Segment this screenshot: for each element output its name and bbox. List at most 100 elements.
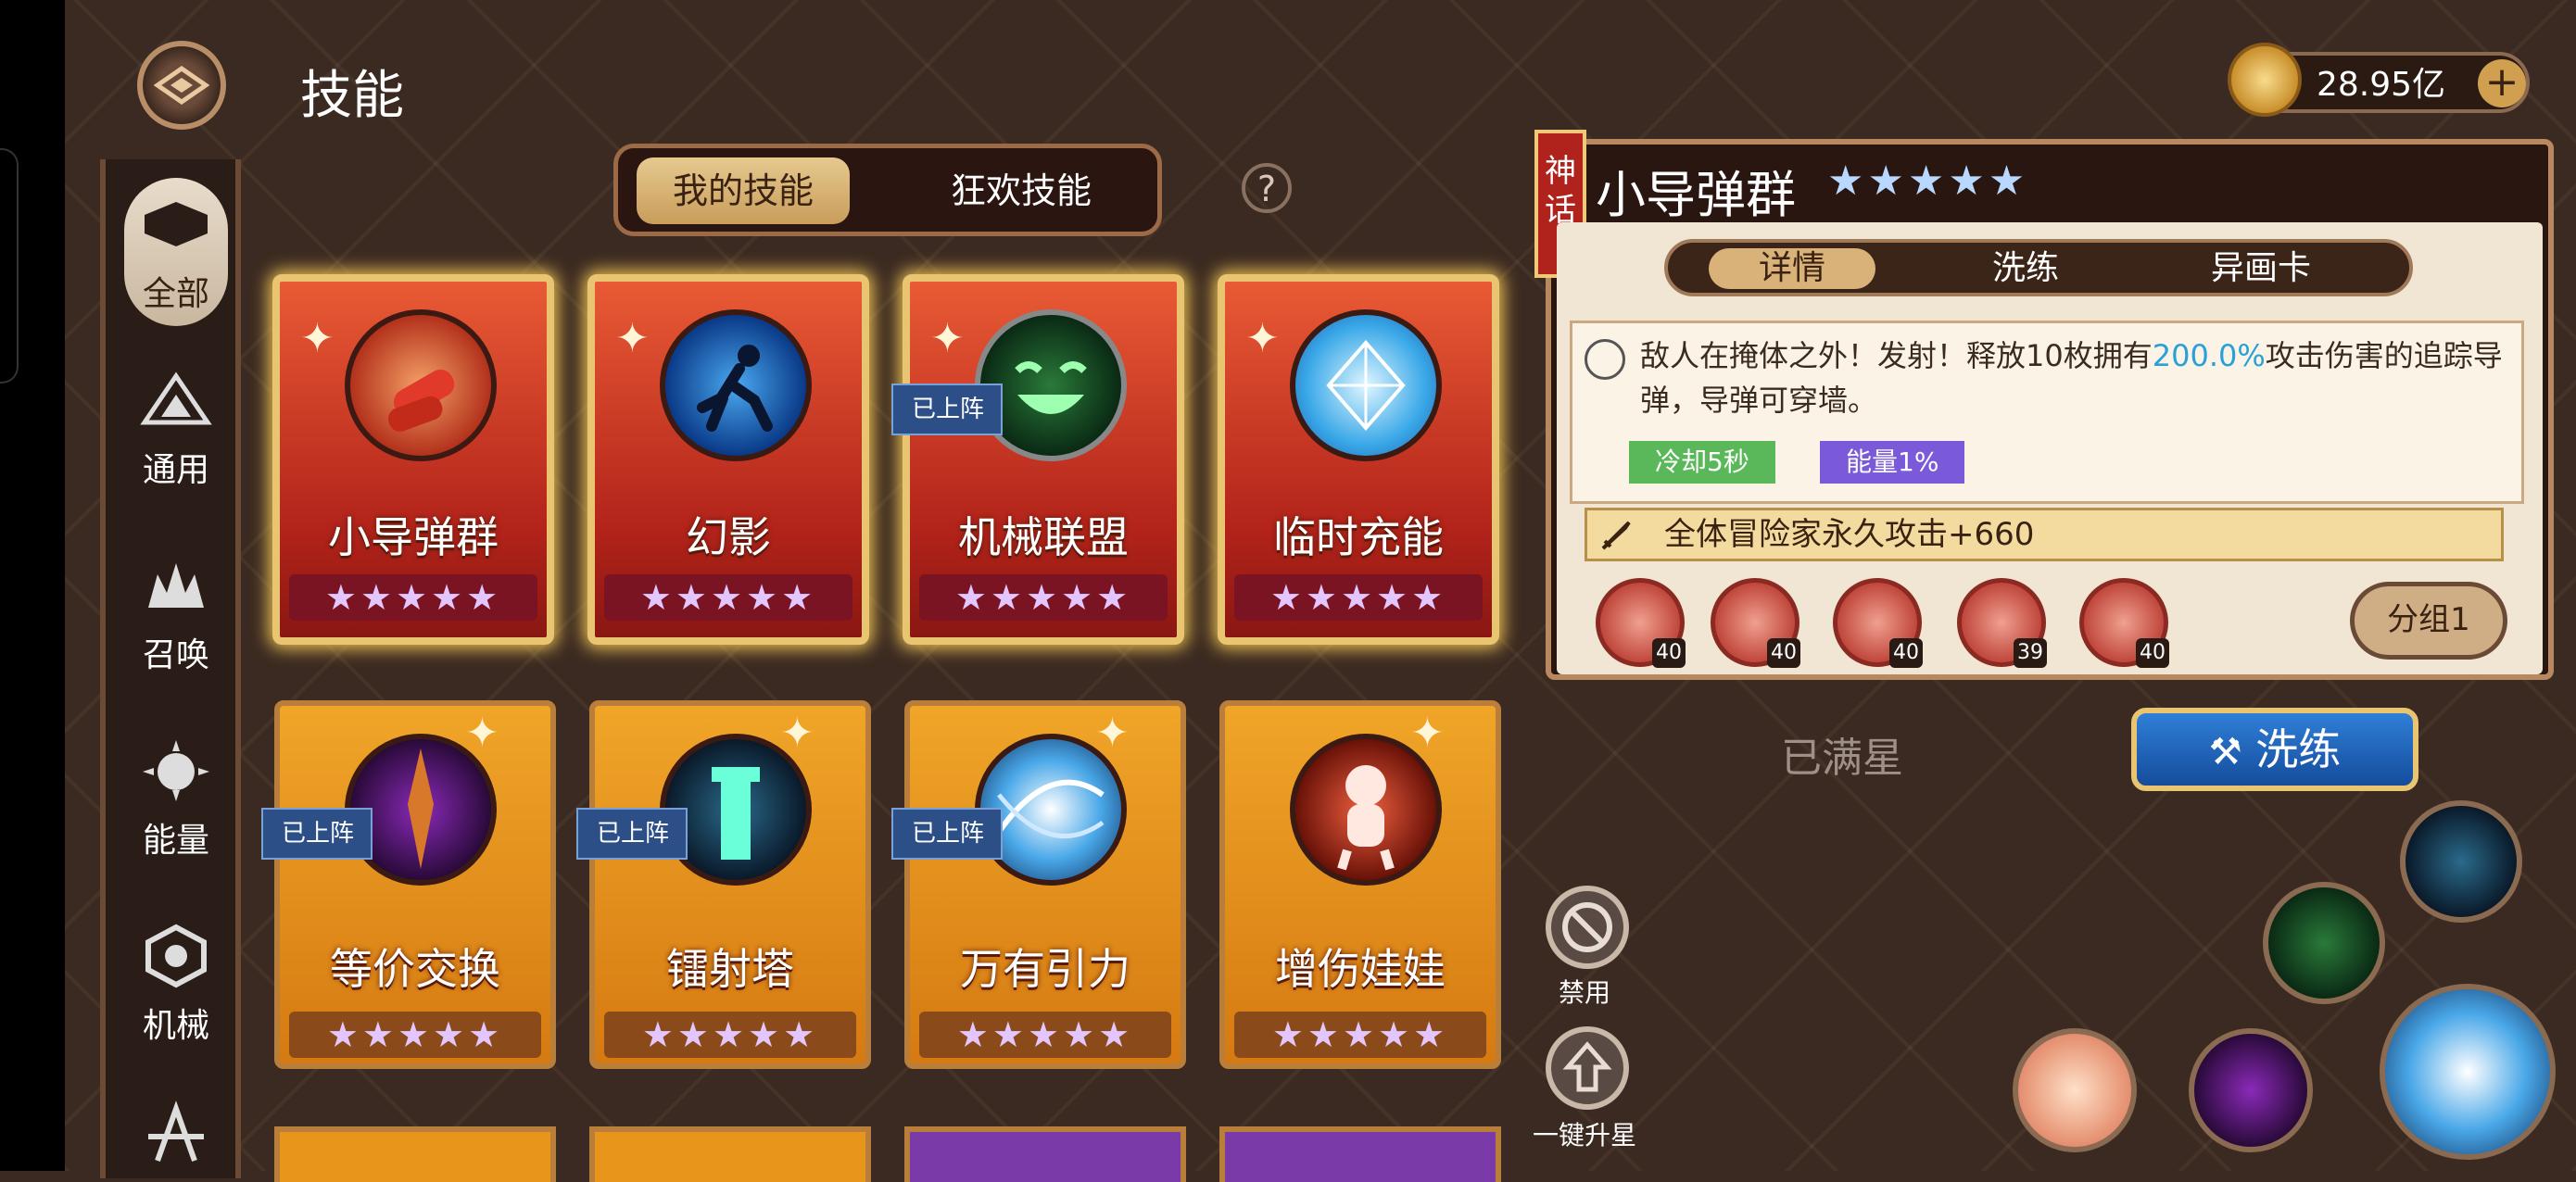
device-edge bbox=[0, 0, 65, 1171]
rune-slot[interactable]: 39 bbox=[1957, 578, 2047, 668]
skill-card[interactable]: ✦ 增伤娃娃 ★★★★★ bbox=[1219, 700, 1501, 1069]
rune-slot[interactable]: 40 bbox=[1833, 578, 1923, 668]
tab-my-skills[interactable]: 我的技能 bbox=[637, 157, 850, 224]
detail-subtabs: 详情 洗练 异画卡 bbox=[1664, 239, 2413, 296]
sparkle-icon: ✦ bbox=[300, 315, 335, 362]
skill-card-name: 增伤娃娃 bbox=[1275, 944, 1446, 994]
passive-bonus-text: 全体冒险家永久攻击+660 bbox=[1664, 516, 2035, 553]
skill-card-stars: ★★★★★ bbox=[289, 1012, 541, 1058]
detail-skill-name: 小导弹群 bbox=[1596, 166, 1796, 224]
tab-carnival-skills[interactable]: 狂欢技能 bbox=[915, 157, 1128, 224]
skill-card[interactable]: ✦ 已上阵 万有引力 ★★★★★ bbox=[891, 700, 1186, 1069]
sidebar-item-more[interactable] bbox=[106, 1095, 246, 1175]
skill-card[interactable]: ✦ 临时充能 ★★★★★ bbox=[1218, 274, 1499, 645]
skill-card[interactable]: ✦ 已上阵 机械联盟 ★★★★★ bbox=[891, 274, 1184, 645]
back-button[interactable] bbox=[137, 41, 226, 130]
max-star-label: 已满星 bbox=[1781, 735, 1903, 782]
deployed-badge: 已上阵 bbox=[261, 808, 373, 860]
sparkle-icon: ✦ bbox=[1245, 315, 1280, 362]
ban-label: 禁用 bbox=[1558, 977, 1610, 1008]
currency-amount: 28.95亿 bbox=[2317, 66, 2446, 104]
upgrade-arrow-icon bbox=[1562, 1041, 1612, 1092]
coin-icon bbox=[2228, 43, 2302, 117]
sparkle-icon: ✦ bbox=[465, 710, 499, 757]
sparkle-icon: ✦ bbox=[615, 315, 650, 362]
skill-card-name: 镭射塔 bbox=[666, 944, 794, 994]
skill-card[interactable]: ✦ 幻影 ★★★★★ bbox=[587, 274, 869, 645]
mech-icon bbox=[134, 919, 218, 993]
skill-card-name: 机械联盟 bbox=[958, 512, 1129, 562]
group-button[interactable]: 分组1 bbox=[2350, 582, 2507, 660]
skill-card-name: 幻影 bbox=[686, 512, 771, 562]
energy-icon bbox=[134, 734, 218, 808]
detail-skill-stars: ★★★★★ bbox=[1827, 157, 2029, 205]
add-currency-button[interactable]: + bbox=[2478, 59, 2526, 107]
skill-card-stars: ★★★★★ bbox=[1234, 1012, 1486, 1058]
subtab-alt-art[interactable]: 异画卡 bbox=[2168, 248, 2354, 289]
deck-equivalent-exchange[interactable] bbox=[2189, 1028, 2313, 1152]
energy-chip: 能量1% bbox=[1820, 441, 1965, 484]
skill-card-partial[interactable] bbox=[1219, 1126, 1501, 1182]
help-button[interactable]: ? bbox=[1242, 163, 1292, 213]
reforge-button[interactable]: ⚒ 洗练 bbox=[2131, 708, 2418, 791]
all-icon bbox=[134, 187, 218, 261]
damage-doll-icon bbox=[1290, 734, 1442, 886]
cooldown-chip: 冷却5秒 bbox=[1629, 441, 1775, 484]
deck-gravity[interactable] bbox=[2380, 984, 2556, 1160]
category-sidebar: 全部 通用 召唤 能量 机械 bbox=[100, 159, 241, 1178]
ban-button[interactable] bbox=[1546, 886, 1629, 969]
lightning-icon bbox=[1585, 339, 1625, 380]
sidebar-item-summon[interactable]: 召唤 bbox=[106, 548, 246, 676]
skill-card-stars: ★★★★★ bbox=[289, 574, 537, 621]
rune-slot[interactable]: 40 bbox=[1596, 578, 1686, 668]
skill-card[interactable]: ✦ 已上阵 镭射塔 ★★★★★ bbox=[576, 700, 871, 1069]
skill-card-stars: ★★★★★ bbox=[919, 1012, 1171, 1058]
temporary-charge-icon bbox=[1290, 309, 1442, 461]
skill-card-name: 万有引力 bbox=[960, 944, 1130, 994]
rune-slot[interactable]: 40 bbox=[2079, 578, 2169, 668]
subtab-details[interactable]: 详情 bbox=[1709, 248, 1875, 289]
sidebar-item-energy[interactable]: 能量 bbox=[106, 734, 246, 861]
sparkle-icon: ✦ bbox=[930, 315, 965, 362]
sidebar-item-all[interactable]: 全部 bbox=[106, 187, 246, 315]
skill-card[interactable]: ✦ 已上阵 等价交换 ★★★★★ bbox=[261, 700, 556, 1069]
sword-icon bbox=[1599, 519, 1633, 552]
sparkle-icon: ✦ bbox=[780, 710, 814, 757]
skill-tabs: 我的技能 狂欢技能 bbox=[613, 144, 1162, 236]
skill-card-stars: ★★★★★ bbox=[1234, 574, 1483, 621]
deployed-badge: 已上阵 bbox=[576, 808, 688, 860]
skill-card-name: 小导弹群 bbox=[328, 512, 499, 562]
skill-card-stars: ★★★★★ bbox=[919, 574, 1168, 621]
skill-card-partial[interactable] bbox=[904, 1126, 1186, 1182]
skill-card-partial[interactable] bbox=[274, 1126, 556, 1182]
deployed-badge: 已上阵 bbox=[891, 808, 1004, 860]
skill-card-name: 等价交换 bbox=[330, 944, 500, 994]
deck-hero-avatar[interactable] bbox=[2013, 1028, 2137, 1152]
rune-slot[interactable]: 40 bbox=[1711, 578, 1800, 668]
upgrade-all-button[interactable] bbox=[1546, 1026, 1629, 1110]
subtab-reforge[interactable]: 洗练 bbox=[1942, 248, 2109, 289]
skill-description: 敌人在掩体之外！发射！释放10枚拥有200.0%攻击伤害的追踪导弹，导弹可穿墙。 bbox=[1640, 338, 2503, 418]
missile-swarm-icon bbox=[345, 309, 497, 461]
swords-icon bbox=[134, 1095, 218, 1169]
general-icon bbox=[134, 363, 218, 437]
summon-icon bbox=[134, 548, 218, 622]
skill-card-stars: ★★★★★ bbox=[604, 1012, 856, 1058]
skill-card[interactable]: ✦ 小导弹群 ★★★★★ bbox=[272, 274, 554, 645]
sparkle-icon: ✦ bbox=[1410, 710, 1445, 757]
deck-laser-tower[interactable] bbox=[2400, 800, 2522, 923]
sparkle-icon: ✦ bbox=[1095, 710, 1130, 757]
skill-card-name: 临时充能 bbox=[1273, 512, 1444, 562]
deployed-badge: 已上阵 bbox=[891, 384, 1004, 435]
skill-card-stars: ★★★★★ bbox=[604, 574, 852, 621]
deck-mech-alliance[interactable] bbox=[2263, 882, 2385, 1004]
sidebar-item-general[interactable]: 通用 bbox=[106, 363, 246, 491]
upgrade-all-label: 一键升星 bbox=[1532, 1120, 1636, 1151]
skill-card-partial[interactable] bbox=[589, 1126, 871, 1182]
ban-icon bbox=[1562, 902, 1612, 952]
hammer-icon: ⚒ bbox=[2208, 731, 2242, 773]
page-title: 技能 bbox=[300, 66, 404, 126]
back-icon bbox=[154, 65, 209, 106]
sidebar-item-mech[interactable]: 机械 bbox=[106, 919, 246, 1047]
phantom-icon bbox=[660, 309, 812, 461]
